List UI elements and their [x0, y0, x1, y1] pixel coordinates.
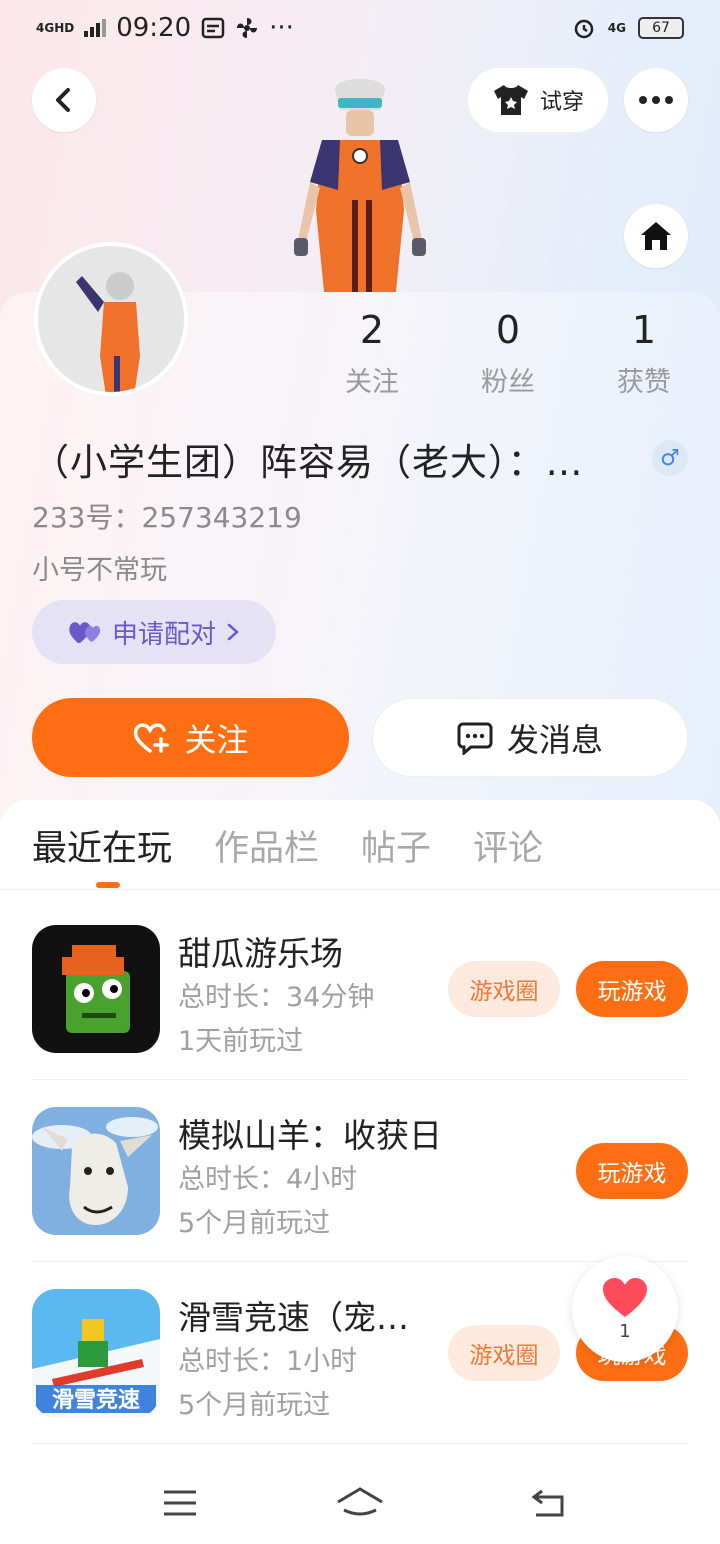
home-nav-button[interactable] — [330, 1478, 390, 1528]
following-count: 2 — [359, 308, 385, 352]
game-circle-button[interactable]: 游戏圈 — [448, 1325, 560, 1381]
more-dots-icon — [639, 96, 673, 104]
follow-label: 关注 — [184, 720, 249, 759]
alarm-icon — [574, 19, 594, 39]
network-indicator: 4GHD — [36, 21, 75, 35]
try-on-label: 试穿 — [539, 90, 584, 115]
avatar[interactable] — [34, 242, 188, 396]
likes-count: 1 — [631, 308, 657, 352]
nickname: （小学生团）阵容易（老大）：… — [32, 441, 584, 484]
status-bar: 4GHD 09:20 ··· 4G 67 — [0, 0, 720, 56]
bio: 小号不常玩 — [32, 555, 167, 586]
follow-button[interactable]: 关注 — [32, 698, 349, 777]
home-icon — [641, 222, 671, 250]
like-count: 1 — [619, 1320, 631, 1342]
tab-active-indicator — [96, 882, 120, 888]
heart-icon — [603, 1277, 647, 1317]
home-button[interactable] — [624, 204, 688, 268]
mobile-network: 4G — [607, 21, 626, 35]
sim-icon — [201, 17, 225, 39]
battery-level: 67 — [652, 20, 670, 36]
signal-icon — [84, 19, 107, 37]
more-notifications-icon: ··· — [269, 13, 294, 43]
more-button[interactable] — [624, 68, 688, 132]
game-name: 甜瓜游乐场 — [178, 934, 343, 973]
send-message-label: 发消息 — [506, 720, 603, 759]
ski-icon-text: 滑雪竞速 — [52, 1387, 140, 1413]
game-last-played: 1天前玩过 — [178, 1026, 304, 1057]
tab-comments[interactable]: 评论 — [473, 820, 543, 871]
chevron-right-icon — [227, 623, 239, 641]
tabs-divider — [0, 889, 720, 890]
fans-count: 0 — [495, 308, 521, 352]
apply-match-label: 申请配对 — [111, 619, 216, 650]
game-duration: 总时长：4小时 — [178, 1164, 358, 1195]
tab-posts[interactable]: 帖子 — [361, 820, 431, 871]
game-icon-melon-playground — [32, 925, 160, 1053]
game-icon-ski-racing: 滑雪竞速 — [32, 1289, 160, 1417]
chat-bubble-icon — [457, 722, 493, 755]
profile-tabs: 最近在玩 作品栏 帖子 评论 — [32, 820, 543, 871]
stat-following[interactable]: 2 关注 — [312, 308, 432, 399]
avatar-figure-image — [38, 246, 184, 392]
chevron-left-icon — [56, 88, 70, 112]
game-duration: 总时长：1小时 — [178, 1346, 358, 1377]
try-on-button[interactable]: 试穿 — [468, 68, 608, 132]
battery-icon: 67 — [638, 17, 684, 39]
avatar-character-figure — [294, 78, 426, 292]
game-last-played: 5个月前玩过 — [178, 1390, 331, 1421]
tab-recently-played[interactable]: 最近在玩 — [32, 820, 172, 871]
menu-icon — [164, 1490, 196, 1516]
gender-symbol: ♂ — [660, 445, 680, 471]
play-game-button[interactable]: 玩游戏 — [576, 961, 688, 1017]
following-label: 关注 — [345, 367, 399, 398]
likes-label: 获赞 — [617, 367, 671, 398]
send-message-button[interactable]: 发消息 — [372, 698, 688, 777]
tshirt-icon — [493, 85, 528, 115]
row-divider — [32, 1079, 688, 1080]
game-name: 滑雪竞速（宠… — [178, 1298, 409, 1337]
like-floating-button[interactable]: 1 — [572, 1256, 678, 1362]
stat-likes[interactable]: 1 获赞 — [584, 308, 704, 399]
apply-match-button[interactable]: 申请配对 — [32, 600, 276, 664]
fans-label: 粉丝 — [481, 367, 535, 398]
back-nav-button[interactable] — [518, 1478, 578, 1528]
user-id: 233号：257343219 — [32, 501, 302, 534]
game-name: 模拟山羊：收获日 — [178, 1116, 442, 1155]
hearts-icon — [69, 622, 101, 643]
fan-icon — [237, 18, 258, 38]
game-icon-goat-simulator — [32, 1107, 160, 1235]
back-arrow-icon — [531, 1489, 564, 1517]
stat-fans[interactable]: 0 粉丝 — [448, 308, 568, 399]
home-outline-icon — [337, 1487, 383, 1516]
heart-plus-icon — [134, 722, 170, 753]
clock: 09:20 — [116, 13, 192, 43]
tab-works[interactable]: 作品栏 — [214, 820, 319, 871]
gender-male-icon: ♂ — [652, 440, 688, 476]
game-duration: 总时长：34分钟 — [178, 982, 375, 1013]
game-circle-button[interactable]: 游戏圈 — [448, 961, 560, 1017]
game-row[interactable]: 模拟山羊：收获日 总时长：4小时 5个月前玩过 玩游戏 — [32, 1107, 688, 1239]
row-divider — [32, 1261, 688, 1262]
game-last-played: 5个月前玩过 — [178, 1208, 331, 1239]
game-row[interactable]: 甜瓜游乐场 总时长：34分钟 1天前玩过 游戏圈 玩游戏 — [32, 925, 688, 1057]
back-button[interactable] — [32, 68, 96, 132]
play-game-button[interactable]: 玩游戏 — [576, 1143, 688, 1199]
menu-nav-button[interactable] — [150, 1478, 210, 1528]
